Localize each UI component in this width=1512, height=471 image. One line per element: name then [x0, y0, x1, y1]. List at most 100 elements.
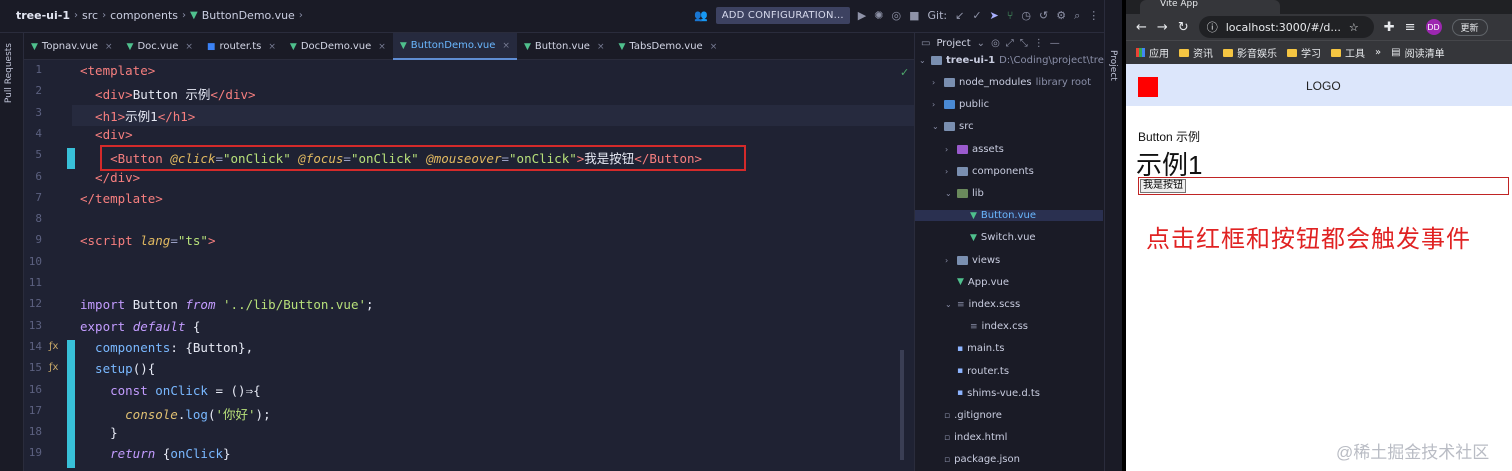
- reload-icon[interactable]: ↻: [1178, 20, 1189, 35]
- tree-item[interactable]: ▪ router.ts: [945, 366, 1009, 377]
- stop-icon[interactable]: ■: [909, 9, 919, 22]
- tree-item[interactable]: ▫ .gitignore: [932, 410, 1002, 421]
- tree-item[interactable]: ▪ main.ts: [945, 343, 1004, 354]
- breadcrumb-src[interactable]: src: [82, 9, 98, 22]
- tab-topnav-vue[interactable]: ▼ Topnav.vue ×: [24, 33, 120, 60]
- chevron-right-icon[interactable]: ›: [945, 256, 953, 265]
- media-icon[interactable]: ≡: [1405, 20, 1416, 35]
- code-token: <template>: [80, 63, 156, 78]
- reading-list[interactable]: ▤ 阅读清单: [1391, 45, 1444, 60]
- forward-icon[interactable]: →: [1157, 20, 1168, 35]
- breadcrumb-components[interactable]: components: [110, 9, 178, 22]
- project-side-tab[interactable]: Project: [1108, 50, 1118, 81]
- settings-icon[interactable]: ⚙: [1056, 9, 1066, 22]
- close-icon[interactable]: ×: [597, 42, 605, 52]
- git-update-icon[interactable]: ↙: [955, 9, 964, 22]
- code-token: lang: [140, 233, 171, 249]
- user-icon[interactable]: 👥: [694, 9, 708, 22]
- tree-item[interactable]: ▫ index.html: [932, 432, 1007, 443]
- close-icon[interactable]: ×: [502, 41, 510, 51]
- chevron-down-icon[interactable]: ⌄: [945, 189, 953, 198]
- close-icon[interactable]: ×: [710, 42, 718, 52]
- project-panel-title[interactable]: Project: [936, 38, 970, 49]
- tree-item[interactable]: ⌄ src: [932, 121, 974, 132]
- breadcrumb-file[interactable]: ButtonDemo.vue: [202, 9, 295, 22]
- function-marker-icon[interactable]: ƒx: [49, 362, 58, 373]
- code-token: Button: [132, 297, 186, 313]
- tree-item[interactable]: › components: [945, 166, 1034, 177]
- bookmark-apps[interactable]: 应用: [1136, 45, 1169, 60]
- tab-router-ts[interactable]: ■ router.ts ×: [200, 33, 283, 60]
- menu-toggle[interactable]: [1138, 77, 1158, 97]
- more-bookmarks-icon[interactable]: »: [1375, 47, 1381, 58]
- minimize-icon[interactable]: —: [1050, 38, 1060, 49]
- close-icon[interactable]: ×: [268, 42, 276, 52]
- more-icon[interactable]: ⋮: [1034, 38, 1044, 49]
- tree-item[interactable]: › node_modules library root: [932, 77, 1091, 88]
- demo-button[interactable]: 我是按钮: [1140, 179, 1186, 193]
- run-icon[interactable]: ▶: [858, 9, 866, 22]
- line-number: 13: [28, 318, 42, 332]
- history-icon[interactable]: ◷: [1021, 9, 1031, 22]
- tab-tabsdemo-vue[interactable]: ▼ TabsDemo.vue ×: [612, 33, 725, 60]
- extensions-icon[interactable]: ✚: [1384, 20, 1395, 35]
- update-button[interactable]: 更新: [1451, 18, 1488, 36]
- tree-item[interactable]: ▼ Button.vue: [915, 210, 1103, 222]
- search-icon[interactable]: ⌕: [1074, 9, 1080, 23]
- vue-file-icon: ▼: [523, 41, 531, 52]
- close-icon[interactable]: ×: [185, 42, 193, 52]
- tree-item[interactable]: ▫ package.json: [932, 454, 1020, 465]
- tree-item[interactable]: ▪ shims-vue.d.ts: [945, 388, 1040, 399]
- close-icon[interactable]: ×: [378, 42, 386, 52]
- debug-icon[interactable]: ✺: [874, 9, 883, 22]
- chevron-right-icon[interactable]: ›: [945, 167, 953, 176]
- collapse-icon[interactable]: ⤡: [1020, 38, 1028, 49]
- tree-item[interactable]: › assets: [945, 144, 1004, 155]
- tree-item[interactable]: ⌄ lib: [945, 188, 984, 199]
- tab-docdemo-vue[interactable]: ▼ DocDemo.vue ×: [283, 33, 393, 60]
- coverage-icon[interactable]: ◎: [891, 9, 901, 22]
- git-branch-icon[interactable]: ⑂: [1007, 9, 1014, 22]
- chevron-right-icon[interactable]: ›: [932, 78, 940, 87]
- chevron-down-icon[interactable]: ⌄: [945, 300, 953, 309]
- chevron-right-icon[interactable]: ›: [945, 145, 953, 154]
- tree-item[interactable]: ≡ index.css: [958, 321, 1028, 332]
- tab-doc-vue[interactable]: ▼ Doc.vue ×: [120, 33, 200, 60]
- expand-icon[interactable]: ⤢: [1006, 38, 1014, 49]
- back-icon[interactable]: ←: [1136, 20, 1147, 35]
- button-wrapper[interactable]: 我是按钮: [1138, 177, 1509, 195]
- bookmark-study[interactable]: 学习: [1287, 45, 1321, 60]
- tab-button-vue[interactable]: ▼ Button.vue ×: [517, 33, 612, 60]
- bookmark-media[interactable]: 影音娱乐: [1223, 45, 1277, 60]
- tree-item[interactable]: ▼ App.vue: [945, 277, 1009, 288]
- add-configuration-button[interactable]: ADD CONFIGURATION...: [715, 7, 850, 24]
- bookmark-news[interactable]: 资讯: [1179, 45, 1213, 60]
- editor-scrollbar[interactable]: [900, 350, 904, 460]
- target-icon[interactable]: ◎: [991, 38, 1000, 49]
- browser-tab[interactable]: Vite App: [1140, 0, 1280, 14]
- code-editor[interactable]: 1 2 3 4 5 6 7 8 9 10 11 12 13 14 15 16 17 18 19 ƒx ƒx <templ…: [24, 60, 914, 471]
- tree-item[interactable]: › views: [945, 255, 1000, 266]
- tree-root[interactable]: ⌄ tree-ui-1 D:\Coding\project\tree-: [919, 55, 1114, 66]
- chevron-down-icon[interactable]: ⌄: [932, 122, 940, 131]
- breadcrumb-project[interactable]: tree-ui-1: [16, 9, 70, 22]
- git-commit-icon[interactable]: ✓: [972, 9, 981, 22]
- close-icon[interactable]: ×: [105, 42, 113, 52]
- git-push-icon[interactable]: ➤: [990, 9, 999, 22]
- chevron-down-icon[interactable]: ⌄: [977, 38, 985, 49]
- tree-item[interactable]: ▼ Switch.vue: [958, 232, 1036, 243]
- line-gutter: 1 2 3 4 5 6 7 8 9 10 11 12 13 14 15 16 17 18 19 ƒx ƒx: [24, 60, 75, 471]
- tree-item[interactable]: › public: [932, 99, 989, 110]
- star-icon[interactable]: ☆: [1349, 21, 1359, 34]
- avatar[interactable]: DD: [1425, 19, 1442, 35]
- tree-item[interactable]: ⌄ ≡ index.scss: [945, 299, 1020, 310]
- address-bar[interactable]: ⓘ localhost:3000/#/d... ☆: [1198, 16, 1374, 38]
- chevron-right-icon[interactable]: ›: [932, 100, 940, 109]
- rollback-icon[interactable]: ↺: [1039, 9, 1048, 22]
- tab-buttondemo-vue[interactable]: ▼ ButtonDemo.vue ×: [392, 33, 517, 60]
- function-marker-icon[interactable]: ƒx: [49, 341, 58, 352]
- more-icon[interactable]: ⋮: [1088, 9, 1099, 22]
- pull-requests-tab[interactable]: Pull Requests: [4, 43, 14, 103]
- code-token: );: [255, 406, 271, 422]
- bookmark-tools[interactable]: 工具: [1331, 45, 1365, 60]
